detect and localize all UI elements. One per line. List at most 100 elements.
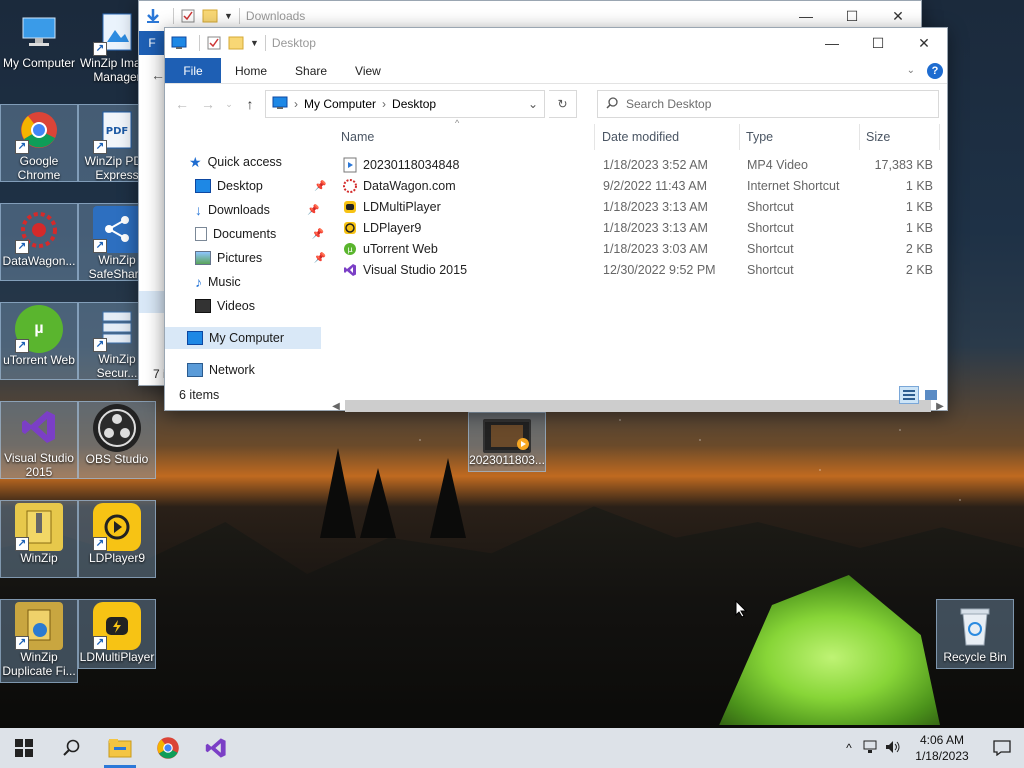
- back-arrow-icon[interactable]: ←: [171, 96, 193, 112]
- desktop-icon-ldmultiplayer[interactable]: ↗ LDMultiPlayer: [78, 599, 156, 669]
- notification-center-button[interactable]: [980, 740, 1024, 756]
- nav-downloads[interactable]: ↓ Downloads 📌: [195, 199, 320, 221]
- file-size: 2 KB: [905, 242, 933, 256]
- desktop-icon-label: My Computer: [2, 56, 76, 70]
- breadcrumb-separator-icon[interactable]: ›: [382, 97, 386, 111]
- maximize-button[interactable]: ☐: [855, 28, 901, 58]
- expand-ribbon-icon[interactable]: ⌄: [907, 65, 915, 76]
- file-row[interactable]: LDMultiPlayer 1/18/2023 3:13 AM Shortcut…: [335, 197, 935, 218]
- ldmultiplayer-icon: ↗: [93, 602, 141, 650]
- refresh-button[interactable]: ↻: [549, 90, 577, 118]
- column-header-date[interactable]: Date modified: [596, 124, 740, 150]
- breadcrumb-separator-icon[interactable]: ›: [294, 97, 298, 111]
- desktop-icon-recycle-bin[interactable]: Recycle Bin: [936, 599, 1014, 669]
- file-row[interactable]: 20230118034848 1/18/2023 3:52 AM MP4 Vid…: [335, 155, 935, 176]
- nav-documents[interactable]: Documents 📌: [195, 223, 324, 245]
- desktop-icon-datawagon[interactable]: ↗ DataWagon...: [0, 203, 78, 281]
- system-tray: ^ 4:06 AM 1/18/2023: [838, 728, 1024, 768]
- pin-icon[interactable]: 📌: [314, 181, 326, 192]
- pin-icon[interactable]: 📌: [314, 253, 326, 264]
- desktop-icon-label: 2023011803...: [469, 453, 545, 467]
- recent-locations-icon[interactable]: ⌄: [223, 99, 235, 110]
- video-file-icon: [343, 157, 357, 176]
- tab-view[interactable]: View: [341, 58, 395, 83]
- utorrent-icon: µ ↗: [15, 305, 63, 353]
- file-size: 1 KB: [905, 200, 933, 214]
- back-arrow-icon[interactable]: ←: [151, 67, 165, 83]
- file-size: 1 KB: [905, 179, 933, 193]
- explorer-window-title: Desktop: [271, 36, 316, 50]
- nav-my-computer[interactable]: My Computer: [165, 327, 321, 349]
- video-thumbnail-icon: [483, 419, 531, 453]
- desktop-icon-ldplayer9[interactable]: ↗ LDPlayer9: [78, 500, 156, 578]
- qat-dropdown-icon[interactable]: ▼: [250, 38, 259, 48]
- tab-share[interactable]: Share: [281, 58, 341, 83]
- properties-icon[interactable]: [180, 9, 196, 23]
- address-bar[interactable]: › My Computer › Desktop ⌄: [265, 90, 545, 118]
- desktop-icon-winzip[interactable]: ↗ WinZip: [0, 500, 78, 578]
- explorer-titlebar[interactable]: ▼ Desktop — ☐ ✕: [165, 28, 947, 58]
- tab-file[interactable]: File: [165, 58, 221, 83]
- nav-videos[interactable]: Videos: [195, 295, 255, 317]
- nav-pictures[interactable]: Pictures 📌: [195, 247, 326, 269]
- desktop-icon-video-file[interactable]: 2023011803...: [468, 412, 546, 472]
- details-view-icon[interactable]: [899, 386, 919, 404]
- start-button[interactable]: [0, 728, 48, 768]
- shortcut-arrow-icon: ↗: [93, 238, 107, 253]
- show-hidden-icons-chevron-icon[interactable]: ^: [838, 741, 860, 755]
- desktop-icon-utorrent-web[interactable]: µ ↗ uTorrent Web: [0, 302, 78, 380]
- forward-arrow-icon[interactable]: →: [197, 96, 219, 112]
- desktop-explorer-window[interactable]: ▼ Desktop — ☐ ✕ File Home Share View ⌄ ?…: [164, 27, 948, 412]
- column-header-type[interactable]: Type: [740, 124, 860, 150]
- up-arrow-icon[interactable]: ↑: [239, 96, 261, 112]
- taskbar-visual-studio[interactable]: [192, 728, 240, 768]
- nav-quick-access[interactable]: ★ Quick access: [189, 151, 282, 173]
- large-icons-view-icon[interactable]: [921, 386, 941, 404]
- nav-network[interactable]: Network: [187, 359, 255, 381]
- search-button[interactable]: [48, 728, 96, 768]
- network-icon[interactable]: [860, 740, 882, 757]
- properties-icon[interactable]: [206, 36, 222, 50]
- nav-label: Quick access: [207, 155, 282, 169]
- desktop-icon-my-computer[interactable]: My Computer: [0, 6, 78, 84]
- downloads-file-tab[interactable]: F: [139, 31, 165, 55]
- file-row[interactable]: LDPlayer9 1/18/2023 3:13 AM Shortcut 1 K…: [335, 218, 935, 239]
- pin-icon[interactable]: 📌: [307, 205, 319, 216]
- column-header-name[interactable]: Name ^: [335, 118, 595, 150]
- new-folder-icon[interactable]: [228, 36, 244, 50]
- new-folder-icon[interactable]: [202, 9, 218, 23]
- desktop-icon-visual-studio[interactable]: Visual Studio 2015: [0, 401, 78, 479]
- breadcrumb-desktop[interactable]: Desktop: [392, 97, 436, 111]
- close-button[interactable]: ✕: [901, 28, 947, 58]
- internet-shortcut-icon: [343, 178, 357, 197]
- clock[interactable]: 4:06 AM 1/18/2023: [904, 732, 980, 764]
- volume-icon[interactable]: [882, 740, 904, 757]
- file-row[interactable]: µ uTorrent Web 1/18/2023 3:03 AM Shortcu…: [335, 239, 935, 260]
- nav-desktop[interactable]: Desktop 📌: [195, 175, 327, 197]
- tab-home[interactable]: Home: [221, 58, 281, 83]
- desktop-icon-winzip-duplicate[interactable]: ↗ WinZip Duplicate Fi...: [0, 599, 78, 683]
- svg-text:µ: µ: [347, 245, 352, 254]
- pin-icon[interactable]: 📌: [312, 229, 324, 240]
- nav-music[interactable]: ♪ Music: [195, 271, 241, 293]
- search-input[interactable]: [626, 97, 930, 111]
- desktop-icon-google-chrome[interactable]: ↗ Google Chrome: [0, 104, 78, 182]
- taskbar-chrome[interactable]: [144, 728, 192, 768]
- taskbar-file-explorer[interactable]: [96, 728, 144, 768]
- address-dropdown-icon[interactable]: ⌄: [528, 97, 538, 111]
- file-row[interactable]: Visual Studio 2015 12/30/2022 9:52 PM Sh…: [335, 260, 935, 281]
- qat-dropdown-icon[interactable]: ▼: [224, 11, 233, 21]
- breadcrumb-my-computer[interactable]: My Computer: [304, 97, 376, 111]
- file-row[interactable]: DataWagon.com 9/2/2022 11:43 AM Internet…: [335, 176, 935, 197]
- search-box[interactable]: [597, 90, 939, 118]
- desktop-icon-obs-studio[interactable]: OBS Studio: [78, 401, 156, 479]
- wallpaper-tree: [360, 468, 396, 538]
- column-header-size[interactable]: Size: [860, 124, 940, 150]
- shortcut-arrow-icon: ↗: [93, 337, 107, 352]
- help-button[interactable]: ?: [927, 62, 943, 79]
- nav-label: Pictures: [217, 251, 263, 265]
- shortcut-arrow-icon: ↗: [93, 139, 107, 154]
- view-toggle: [899, 386, 947, 404]
- minimize-button[interactable]: —: [809, 28, 855, 58]
- chrome-icon: ↗: [15, 107, 63, 154]
